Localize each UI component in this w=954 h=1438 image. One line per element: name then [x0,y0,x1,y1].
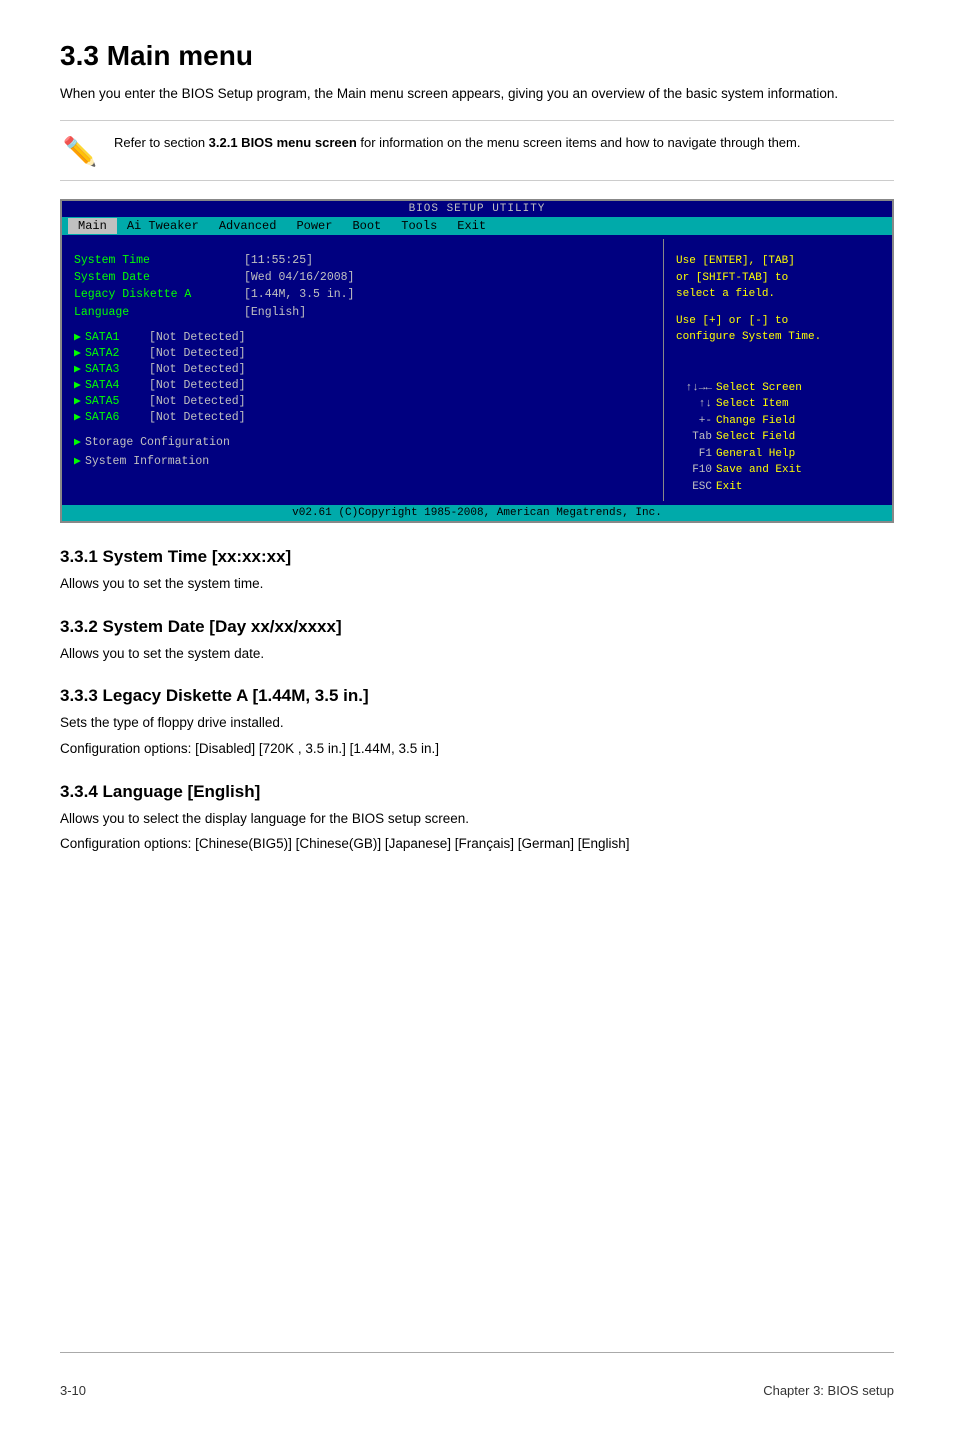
bios-sata6-row: ▶ SATA6 [Not Detected] [74,410,651,426]
bios-menu-ai-tweaker[interactable]: Ai Tweaker [117,218,209,234]
bios-menu-tools[interactable]: Tools [391,218,447,234]
section-3-3-1-heading: 3.3.1 System Time [xx:xx:xx] [60,547,894,567]
section-3-3-2-heading: 3.3.2 System Date [Day xx/xx/xxxx] [60,617,894,637]
section-3-3-2-text: Allows you to set the system date. [60,643,894,665]
note-icon: ✏️ [60,135,100,168]
bios-screen: BIOS SETUP UTILITY Main Ai Tweaker Advan… [60,199,894,523]
footer-right: Chapter 3: BIOS setup [763,1383,894,1398]
bios-footer: v02.61 (C)Copyright 1985-2008, American … [62,505,892,521]
bios-help-line-2: or [SHIFT-TAB] to [676,270,880,287]
intro-text: When you enter the BIOS Setup program, t… [60,84,894,104]
section-3-3-3-text: Sets the type of floppy drive installed. [60,712,894,734]
bios-help-line-5: configure System Time. [676,329,880,346]
bios-sata4-row: ▶ SATA4 [Not Detected] [74,378,651,394]
bios-key-change-field: +- Change Field [676,413,880,430]
note-box: ✏️ Refer to section 3.2.1 BIOS menu scre… [60,120,894,181]
bios-system-info: ▶ System Information [74,453,651,471]
section-3-3-4-text: Allows you to select the display languag… [60,808,894,830]
bios-key-general-help: F1 General Help [676,446,880,463]
bios-menu-bar: Main Ai Tweaker Advanced Power Boot Tool… [62,217,892,235]
bios-help-line-3: select a field. [676,286,880,303]
section-3-3-4-heading: 3.3.4 Language [English] [60,782,894,802]
bios-language-label: Language [74,305,244,321]
bios-storage-config: ▶ Storage Configuration [74,434,651,452]
page-footer: 3-10 Chapter 3: BIOS setup [60,1352,894,1398]
section-3-3-3-heading: 3.3.3 Legacy Diskette A [1.44M, 3.5 in.] [60,686,894,706]
bios-system-date-label: System Date [74,270,244,286]
bios-menu-boot[interactable]: Boot [342,218,391,234]
bios-menu-advanced[interactable]: Advanced [209,218,287,234]
bios-menu-main[interactable]: Main [68,218,117,234]
bios-key-save-exit: F10 Save and Exit [676,462,880,479]
bios-system-date-row: System Date [Wed 04/16/2008] [74,270,651,286]
bios-legacy-diskette-value: [1.44M, 3.5 in.] [244,287,354,303]
bios-key-esc: ESC Exit [676,479,880,496]
footer-left: 3-10 [60,1383,86,1398]
bios-legacy-diskette-row: Legacy Diskette A [1.44M, 3.5 in.] [74,287,651,303]
section-3-3-1-text: Allows you to set the system time. [60,573,894,595]
bios-legacy-diskette-label: Legacy Diskette A [74,287,244,303]
bios-menu-power[interactable]: Power [286,218,342,234]
bios-sata1-row: ▶ SATA1 [Not Detected] [74,330,651,346]
bios-sata2-row: ▶ SATA2 [Not Detected] [74,346,651,362]
bios-key-select-field: Tab Select Field [676,429,880,446]
bios-key-select-screen: ↑↓→← Select Screen [676,380,880,397]
bios-system-time-value: [11:55:25] [244,253,313,269]
note-bold: 3.2.1 BIOS menu screen [209,135,357,150]
page-title: 3.3 Main menu [60,40,894,72]
bios-language-value: [English] [244,305,306,321]
bios-help-line-1: Use [ENTER], [TAB] [676,253,880,270]
bios-sata3-row: ▶ SATA3 [Not Detected] [74,362,651,378]
bios-menu-exit[interactable]: Exit [447,218,496,234]
section-3-3-3-text2: Configuration options: [Disabled] [720K … [60,738,894,760]
bios-panel-divider [663,239,664,501]
bios-body: System Time [11:55:25] System Date [Wed … [62,235,892,505]
bios-left-panel: System Time [11:55:25] System Date [Wed … [66,239,659,501]
bios-system-date-value: [Wed 04/16/2008] [244,270,354,286]
bios-key-table: ↑↓→← Select Screen ↑↓ Select Item +- Cha… [676,380,880,496]
bios-title-bar: BIOS SETUP UTILITY [62,201,892,217]
section-3-3-4-text2: Configuration options: [Chinese(BIG5)] [… [60,833,894,855]
bios-help-line-4: Use [+] or [-] to [676,313,880,330]
bios-sata5-row: ▶ SATA5 [Not Detected] [74,394,651,410]
note-text: Refer to section 3.2.1 BIOS menu screen … [114,133,800,153]
bios-system-time-row: System Time [11:55:25] [74,253,651,269]
bios-language-row: Language [English] [74,305,651,321]
bios-right-panel: Use [ENTER], [TAB] or [SHIFT-TAB] to sel… [668,239,888,501]
bios-key-select-item: ↑↓ Select Item [676,396,880,413]
bios-system-time-label: System Time [74,253,244,269]
